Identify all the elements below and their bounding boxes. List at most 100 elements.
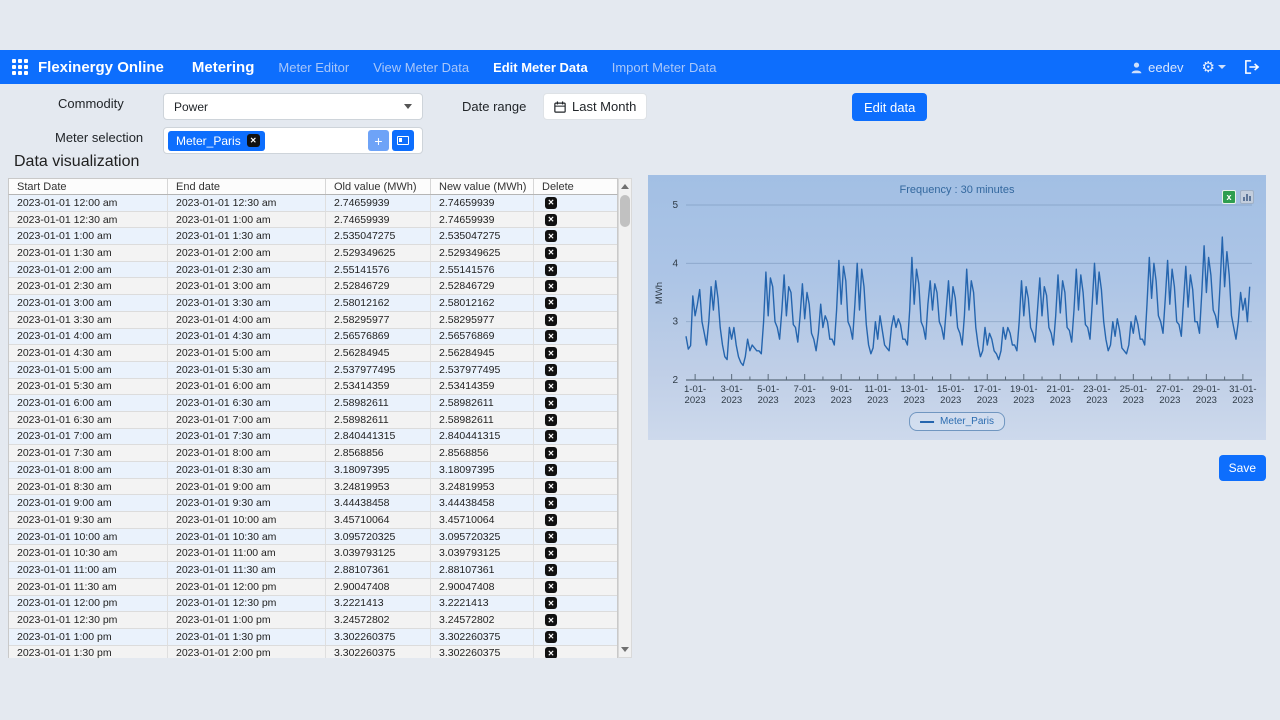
table-scrollbar[interactable] [618, 178, 632, 658]
table-cell: 2023-01-01 11:30 am [168, 562, 326, 578]
table-cell: 2023-01-01 9:00 am [168, 478, 326, 495]
x-tick-label: 31-01- [1229, 384, 1256, 395]
add-meter-button[interactable]: + [368, 130, 389, 151]
delete-row-button[interactable]: ✕ [545, 530, 557, 543]
delete-row-button[interactable]: ✕ [545, 296, 557, 309]
scroll-down-icon[interactable] [621, 647, 629, 652]
table-cell: 2.53414359 [431, 378, 534, 395]
table-row: 2023-01-01 1:00 pm 2023-01-01 1:30 pm 3.30… [9, 628, 617, 646]
gear-icon: ⚙ [1201, 59, 1215, 76]
edit-data-button[interactable]: Edit data [852, 93, 928, 121]
tag-close-icon[interactable]: ✕ [246, 134, 260, 147]
data-table: Start Date End date Old value (MWh) New … [8, 178, 632, 658]
table-row: 2023-01-01 6:30 am 2023-01-01 7:00 am 2.58… [9, 411, 617, 429]
table-cell: 2023-01-01 12:30 am [9, 211, 168, 228]
delete-row-button[interactable]: ✕ [545, 313, 557, 326]
delete-row-button[interactable]: ✕ [545, 497, 557, 510]
table-cell: 3.2221413 [326, 595, 431, 612]
meter-actions: + [368, 130, 414, 151]
nav-item-meter-editor[interactable]: Meter Editor [278, 60, 349, 75]
commodity-select[interactable]: Power [163, 93, 423, 120]
logout-icon[interactable] [1244, 60, 1260, 74]
delete-row-button[interactable]: ✕ [545, 480, 557, 493]
table-cell: 2023-01-01 3:30 am [9, 311, 168, 328]
delete-row-button[interactable]: ✕ [545, 463, 557, 476]
table-cell: 2023-01-01 10:30 am [168, 528, 326, 545]
table-cell: 2023-01-01 4:00 am [9, 328, 168, 345]
y-axis-label: MWh [654, 282, 665, 304]
table-cell: 2023-01-01 7:00 am [9, 428, 168, 445]
delete-row-button[interactable]: ✕ [545, 196, 557, 209]
chevron-down-icon [1218, 65, 1226, 69]
delete-row-button[interactable]: ✕ [545, 597, 557, 610]
table-cell-delete: ✕ [534, 429, 617, 445]
delete-row-button[interactable]: ✕ [545, 246, 557, 259]
nav-section-metering[interactable]: Metering [192, 59, 255, 76]
nav-item-import-meter-data[interactable]: Import Meter Data [612, 60, 717, 75]
table-cell: 3.302260375 [326, 645, 431, 658]
table-cell: 2.74659939 [431, 211, 534, 228]
x-tick-label: 9-01- [830, 384, 852, 395]
table-cell: 3.45710064 [431, 512, 534, 528]
table-row: 2023-01-01 8:00 am 2023-01-01 8:30 am 3.18… [9, 462, 617, 479]
x-tick-label: 25-01- [1120, 384, 1147, 395]
table-row: 2023-01-01 11:30 am 2023-01-01 12:00 pm 2.… [9, 578, 617, 596]
table-cell: 2.8568856 [326, 445, 431, 461]
table-cell: 2023-01-01 3:30 am [168, 295, 326, 311]
delete-row-button[interactable]: ✕ [545, 430, 557, 443]
nav-item-edit-meter-data[interactable]: Edit Meter Data [493, 60, 588, 75]
delete-row-button[interactable]: ✕ [545, 513, 557, 526]
delete-row-button[interactable]: ✕ [545, 280, 557, 293]
nav-item-view-meter-data[interactable]: View Meter Data [373, 60, 469, 75]
table-cell: 2.529349625 [431, 245, 534, 261]
table-cell: 2023-01-01 9:30 am [9, 512, 168, 528]
table-cell: 2023-01-01 11:00 am [168, 545, 326, 562]
table-cell: 3.18097395 [326, 462, 431, 478]
scroll-thumb[interactable] [620, 195, 630, 227]
table-cell: 2023-01-01 7:30 am [168, 428, 326, 445]
delete-row-button[interactable]: ✕ [545, 547, 557, 560]
table-row: 2023-01-01 9:00 am 2023-01-01 9:30 am 3.44… [9, 495, 617, 513]
x-tick-label: 2023 [1196, 395, 1217, 406]
delete-row-button[interactable]: ✕ [545, 580, 557, 593]
settings-menu[interactable]: ⚙ [1202, 58, 1226, 76]
delete-row-button[interactable]: ✕ [545, 230, 557, 243]
chart-panel: Frequency : 30 minutes x 2 3 4 5 MWh 1-01- 202… [648, 175, 1266, 440]
user-chip[interactable]: eedev [1130, 60, 1184, 75]
table-cell-delete: ✕ [534, 512, 617, 528]
delete-row-button[interactable]: ✕ [545, 647, 557, 658]
table-row: 2023-01-01 12:30 am 2023-01-01 1:00 am 2.7… [9, 211, 617, 229]
delete-row-button[interactable]: ✕ [545, 263, 557, 276]
delete-row-button[interactable]: ✕ [545, 447, 557, 460]
delete-row-button[interactable]: ✕ [545, 330, 557, 343]
x-tick-label: 13-01- [900, 384, 927, 395]
delete-row-button[interactable]: ✕ [545, 397, 557, 410]
table-cell: 3.44438458 [326, 495, 431, 512]
table-cell: 2023-01-01 11:30 am [9, 578, 168, 595]
chart-legend[interactable]: Meter_Paris [909, 412, 1005, 431]
table-cell: 2.74659939 [326, 195, 431, 211]
delete-row-button[interactable]: ✕ [545, 380, 557, 393]
table-cell: 2.56284945 [431, 345, 534, 361]
delete-row-button[interactable]: ✕ [545, 563, 557, 576]
table-cell-delete: ✕ [534, 579, 617, 595]
col-new-value: New value (MWh) [431, 179, 534, 194]
delete-row-button[interactable]: ✕ [545, 614, 557, 627]
delete-row-button[interactable]: ✕ [545, 347, 557, 360]
delete-row-button[interactable]: ✕ [545, 363, 557, 376]
daterange-button[interactable]: Last Month [543, 93, 648, 120]
delete-row-button[interactable]: ✕ [545, 413, 557, 426]
table-cell: 2.88107361 [431, 562, 534, 578]
table-row: 2023-01-01 2:00 am 2023-01-01 2:30 am 2.55… [9, 261, 617, 279]
table-cell: 2023-01-01 4:30 am [9, 345, 168, 361]
table-cell: 3.302260375 [326, 628, 431, 645]
table-cell-delete: ✕ [534, 195, 617, 211]
browse-meters-button[interactable] [392, 130, 414, 151]
table-cell: 3.039793125 [326, 545, 431, 562]
scroll-up-icon[interactable] [621, 184, 629, 189]
x-tick-label: 3-01- [721, 384, 743, 395]
save-button[interactable]: Save [1218, 455, 1266, 481]
delete-row-button[interactable]: ✕ [545, 630, 557, 643]
apps-grid-icon[interactable] [12, 59, 28, 75]
delete-row-button[interactable]: ✕ [545, 213, 557, 226]
